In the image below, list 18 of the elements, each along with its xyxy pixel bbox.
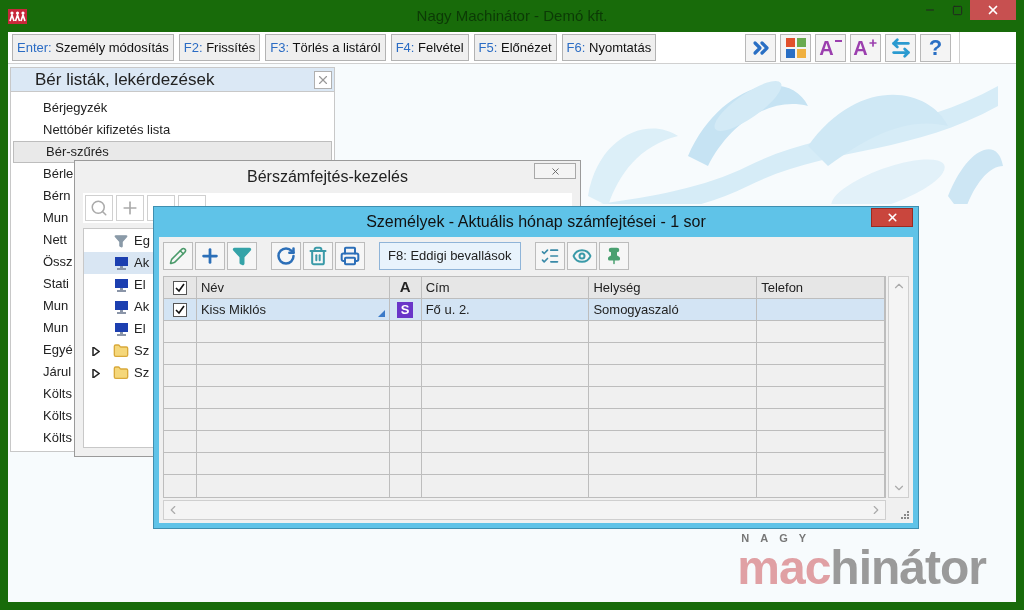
brand-logo: NAGY machinátor (737, 533, 986, 592)
letter-glyph: A (853, 37, 868, 58)
tree-item-label: Ak (134, 298, 150, 317)
status-badge: S (397, 301, 414, 318)
tree-item-label: El (134, 276, 146, 295)
table-cell-text: Somogyaszaló (593, 300, 679, 319)
tree-item-label: Ak (134, 254, 150, 273)
table-cell-text: Kiss Miklós (200, 300, 266, 319)
tree-item-label: Eg (134, 232, 150, 251)
dialog-title: Bérszámfejtés-kezelés (247, 167, 408, 187)
tree-item-label: Sz (134, 364, 150, 383)
tree-item-label: El (134, 320, 146, 339)
tree-item-label: Sz (134, 342, 150, 361)
help-glyph: ? (928, 36, 943, 59)
panel-title: Bér listák, lekérdezések (35, 68, 215, 91)
dialog-title: Személyek - Aktuális hónap számfejtései - 1 sor (366, 212, 706, 232)
letter-glyph: A (819, 37, 834, 58)
table-cell-text: Fő u. 2. (425, 300, 470, 319)
